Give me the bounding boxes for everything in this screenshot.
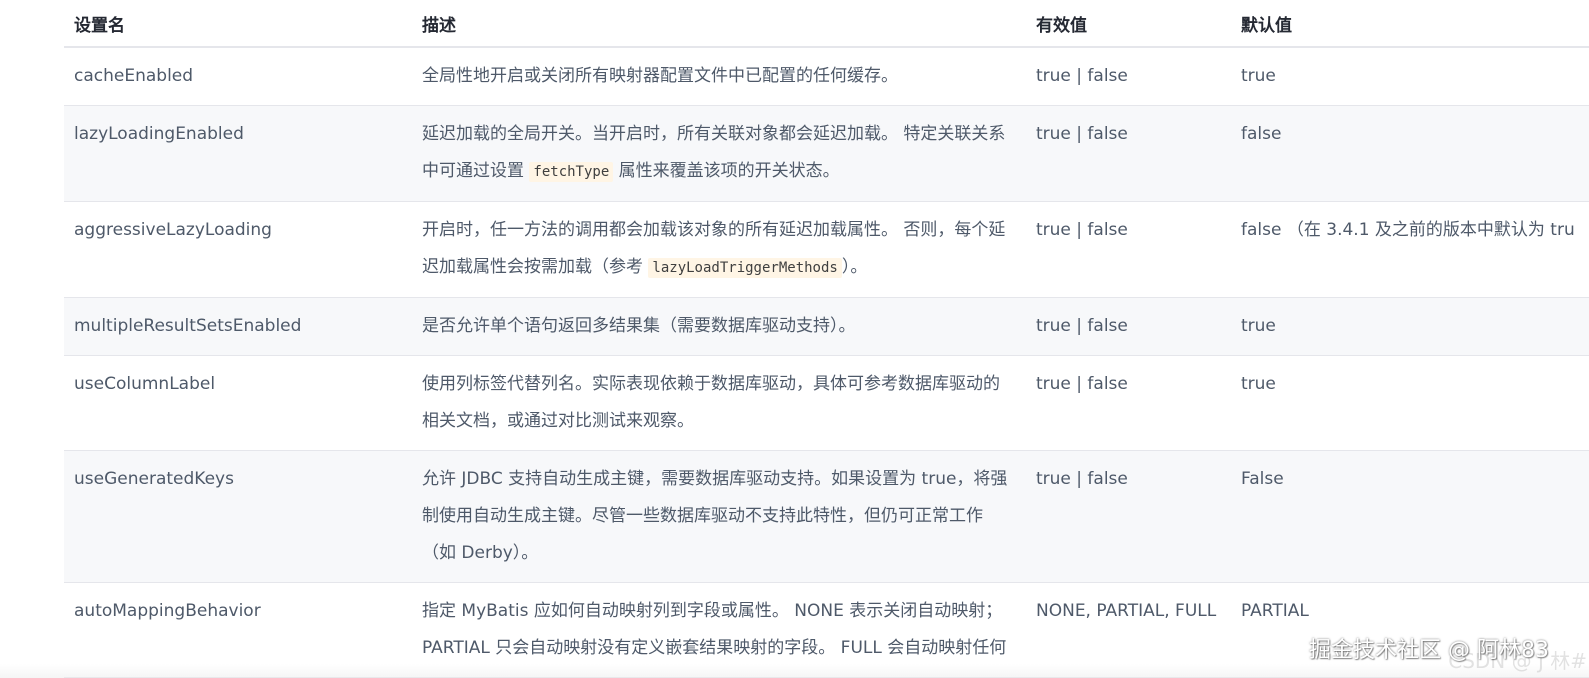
description-text: 使用列标签代替列名。实际表现依赖于数据库驱动，具体可参考数据库驱动的: [422, 374, 1000, 394]
description-cell: 开启时，任一方法的调用都会加载该对象的所有延迟加载属性。 否则，每个延 迟加载属性…: [422, 202, 1026, 297]
description-text: 制使用自动生成主键。尽管一些数据库驱动不支持此特性，但仍可正常工作: [422, 506, 983, 526]
description-text: 迟加载属性会按需加载（参考: [422, 257, 649, 277]
default-value-cell: true: [1241, 316, 1276, 336]
setting-name-cell: autoMappingBehavior: [74, 601, 261, 621]
valid-values-cell: true | false: [1036, 374, 1128, 394]
description-line: 迟加载属性会按需加载（参考 lazyLoadTriggerMethods）。: [422, 249, 1026, 287]
valid-values-cell: true | false: [1036, 316, 1128, 336]
page: 设置名 描述 有效值 默认值 cacheEnabled 全局性地开启或关闭所有映射…: [0, 0, 1589, 678]
table-row: useGeneratedKeys 允许 JDBC 支持自动生成主键，需要数据库驱动…: [64, 450, 1589, 583]
table-row: cacheEnabled 全局性地开启或关闭所有映射器配置文件中已配置的任何缓存。…: [64, 47, 1589, 106]
header-default-value: 默认值: [1231, 0, 1589, 48]
description-line: 中可通过设置 fetchType 属性来覆盖该项的开关状态。: [422, 153, 1026, 191]
valid-values-cell: true | false: [1036, 469, 1128, 489]
setting-name-cell: cacheEnabled: [74, 66, 194, 86]
setting-name-cell: useColumnLabel: [74, 374, 216, 394]
description-text: （如 Derby）。: [422, 543, 539, 563]
description-cell: 全局性地开启或关闭所有映射器配置文件中已配置的任何缓存。: [422, 48, 1026, 105]
table-row: multipleResultSetsEnabled 是否允许单个语句返回多结果集（…: [64, 297, 1589, 356]
settings-table: 设置名 描述 有效值 默认值 cacheEnabled 全局性地开启或关闭所有映射…: [64, 0, 1589, 678]
description-text: 属性来覆盖该项的开关状态。: [613, 161, 840, 181]
setting-name-cell: multipleResultSetsEnabled: [74, 316, 302, 336]
description-line: 延迟加载的全局开关。当开启时，所有关联对象都会延迟加载。 特定关联关系: [422, 116, 1026, 153]
description-cell: 指定 MyBatis 应如何自动映射列到字段或属性。 NONE 表示关闭自动映射…: [422, 583, 1026, 677]
description-line: 使用列标签代替列名。实际表现依赖于数据库驱动，具体可参考数据库驱动的: [422, 366, 1026, 403]
description-line: 允许 JDBC 支持自动生成主键，需要数据库驱动支持。如果设置为 true，将强: [422, 461, 1026, 498]
watermark: 掘金技术社区 @ 阿林83: [1309, 638, 1549, 663]
description-line: PARTIAL 只会自动映射没有定义嵌套结果映射的字段。 FULL 会自动映射任…: [422, 630, 1026, 667]
table-row: useColumnLabel 使用列标签代替列名。实际表现依赖于数据库驱动，具体可…: [64, 355, 1589, 451]
table-row: lazyLoadingEnabled 延迟加载的全局开关。当开启时，所有关联对象都…: [64, 105, 1589, 202]
header-description: 描述: [412, 0, 1026, 48]
setting-name-cell: aggressiveLazyLoading: [74, 220, 272, 240]
header-valid-values: 有效值: [1026, 0, 1231, 48]
description-cell: 允许 JDBC 支持自动生成主键，需要数据库驱动支持。如果设置为 true，将强…: [422, 451, 1026, 582]
table-body: cacheEnabled 全局性地开启或关闭所有映射器配置文件中已配置的任何缓存。…: [64, 47, 1589, 678]
description-text: ）。: [841, 257, 868, 277]
description-text: 指定 MyBatis 应如何自动映射列到字段或属性。 NONE 表示关闭自动映射…: [422, 601, 1003, 621]
description-line: 制使用自动生成主键。尽管一些数据库驱动不支持此特性，但仍可正常工作: [422, 498, 1026, 535]
description-line: 开启时，任一方法的调用都会加载该对象的所有延迟加载属性。 否则，每个延: [422, 212, 1026, 249]
table-row: aggressiveLazyLoading 开启时，任一方法的调用都会加载该对象的…: [64, 201, 1589, 298]
table-header: 设置名 描述 有效值 默认值: [64, 0, 1589, 48]
default-value-cell: true: [1241, 374, 1276, 394]
description-text: 中可通过设置: [422, 161, 530, 181]
valid-values-cell: true | false: [1036, 66, 1128, 86]
description-line: 全局性地开启或关闭所有映射器配置文件中已配置的任何缓存。: [422, 58, 1026, 95]
description-text: 允许 JDBC 支持自动生成主键，需要数据库驱动支持。如果设置为 true，将强: [422, 469, 1008, 489]
default-value-cell: False: [1241, 469, 1284, 489]
description-line: 是否允许单个语句返回多结果集（需要数据库驱动支持）。: [422, 308, 1026, 345]
description-line: 相关文档，或通过对比测试来观察。: [422, 403, 1026, 440]
description-cell: 延迟加载的全局开关。当开启时，所有关联对象都会延迟加载。 特定关联关系 中可通过设…: [422, 106, 1026, 201]
description-line: （如 Derby）。: [422, 535, 1026, 572]
description-cell: 使用列标签代替列名。实际表现依赖于数据库驱动，具体可参考数据库驱动的 相关文档，或…: [422, 356, 1026, 450]
setting-name-cell: lazyLoadingEnabled: [74, 124, 244, 144]
valid-values-cell: true | false: [1036, 220, 1128, 240]
valid-values-cell: true | false: [1036, 124, 1128, 144]
header-setting-name: 设置名: [64, 0, 412, 48]
valid-values-cell: NONE, PARTIAL, FULL: [1036, 601, 1217, 621]
default-value-cell: false: [1241, 124, 1282, 144]
description-text: 延迟加载的全局开关。当开启时，所有关联对象都会延迟加载。 特定关联关系: [422, 124, 1006, 144]
description-text: 全局性地开启或关闭所有映射器配置文件中已配置的任何缓存。: [422, 66, 898, 86]
default-value-cell: true: [1241, 66, 1276, 86]
description-text: 开启时，任一方法的调用都会加载该对象的所有延迟加载属性。 否则，每个延: [422, 220, 1006, 240]
inline-code: fetchType: [529, 162, 614, 182]
description-text: 相关文档，或通过对比测试来观察。: [422, 411, 694, 431]
setting-name-cell: useGeneratedKeys: [74, 469, 234, 489]
inline-code: lazyLoadTriggerMethods: [648, 258, 842, 278]
default-value-cell: false （在 3.4.1 及之前的版本中默认为 tru: [1241, 220, 1575, 240]
description-text: 是否允许单个语句返回多结果集（需要数据库驱动支持）。: [422, 316, 856, 336]
description-line: 指定 MyBatis 应如何自动映射列到字段或属性。 NONE 表示关闭自动映射…: [422, 593, 1026, 630]
description-cell: 是否允许单个语句返回多结果集（需要数据库驱动支持）。: [422, 298, 1026, 355]
description-text: PARTIAL 只会自动映射没有定义嵌套结果映射的字段。 FULL 会自动映射任…: [422, 638, 1007, 658]
bottom-shade: [0, 664, 1589, 678]
